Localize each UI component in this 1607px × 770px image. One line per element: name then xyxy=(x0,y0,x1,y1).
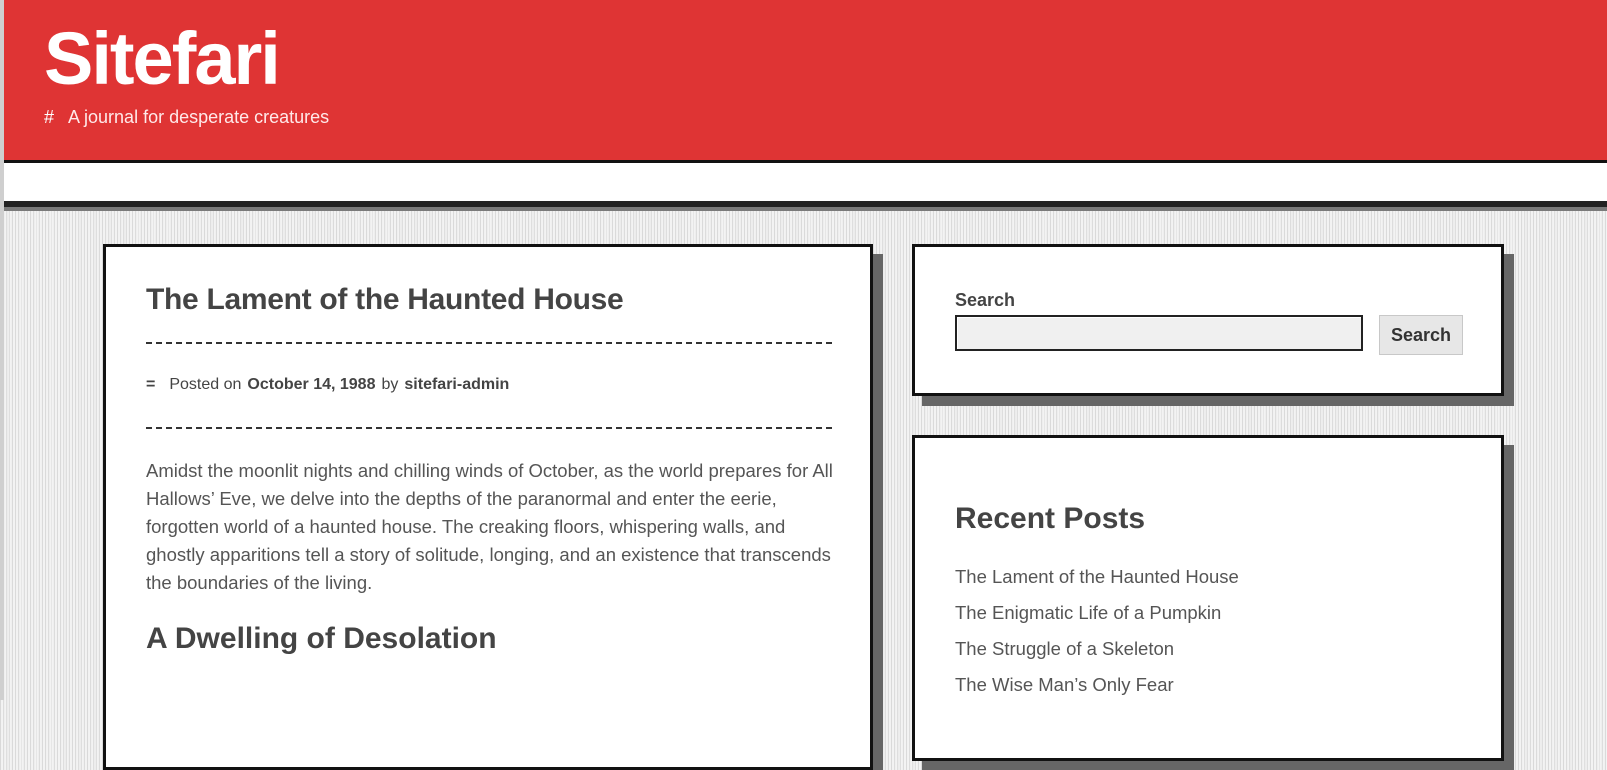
post-card: The Lament of the Haunted House = Posted… xyxy=(103,244,873,770)
site-title[interactable]: Sitefari xyxy=(44,22,281,96)
post-title[interactable]: The Lament of the Haunted House xyxy=(146,283,624,317)
search-button[interactable]: Search xyxy=(1379,315,1463,355)
site-header: Sitefari # A journal for desperate creat… xyxy=(4,0,1607,163)
recent-post-link[interactable]: The Wise Man’s Only Fear xyxy=(955,674,1174,695)
post-date-link[interactable]: October 14, 1988 xyxy=(247,376,375,394)
list-item: The Struggle of a Skeleton xyxy=(955,636,1239,672)
main-navigation xyxy=(4,163,1607,211)
author-link[interactable]: sitefari-admin xyxy=(404,376,509,394)
list-item: The Lament of the Haunted House xyxy=(955,564,1239,600)
post-meta: = Posted on October 14, 1988 by sitefari… xyxy=(146,376,509,394)
hash-icon: # xyxy=(44,107,55,127)
recent-posts-list: The Lament of the Haunted House The Enig… xyxy=(955,564,1239,708)
post-body: Amidst the moonlit nights and chilling w… xyxy=(146,460,833,593)
search-label: Search xyxy=(955,290,1016,310)
recent-posts-title: Recent Posts xyxy=(955,502,1146,535)
site-tagline: # A journal for desperate creatures xyxy=(44,107,329,128)
search-input[interactable] xyxy=(955,315,1363,351)
divider xyxy=(146,342,832,344)
recent-posts-widget: Recent Posts The Lament of the Haunted H… xyxy=(912,435,1504,761)
tagline-text: A journal for desperate creatures xyxy=(68,107,330,127)
recent-post-link[interactable]: The Struggle of a Skeleton xyxy=(955,638,1174,659)
search-widget: Search Search xyxy=(912,244,1504,396)
list-item: The Enigmatic Life of a Pumpkin xyxy=(955,600,1239,636)
posted-on-label: Posted on xyxy=(169,376,242,393)
recent-post-link[interactable]: The Lament of the Haunted House xyxy=(955,566,1239,587)
calendar-icon: = xyxy=(146,376,156,393)
list-item: The Wise Man’s Only Fear xyxy=(955,672,1239,708)
section-heading: A Dwelling of Desolation xyxy=(146,622,497,655)
recent-post-link[interactable]: The Enigmatic Life of a Pumpkin xyxy=(955,602,1221,623)
by-label: by xyxy=(381,376,399,393)
divider xyxy=(146,427,832,429)
